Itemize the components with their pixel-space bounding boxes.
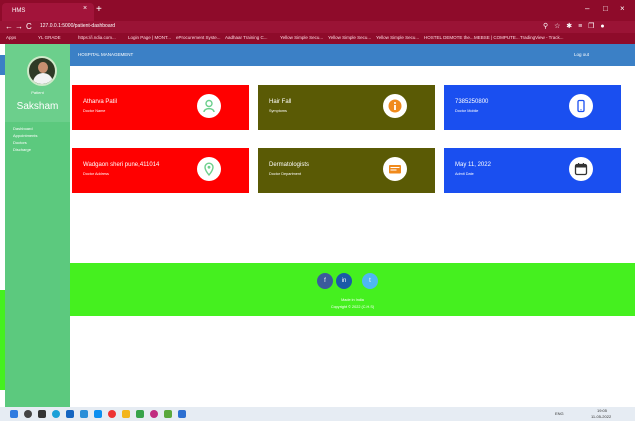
footer-copyright: Copyright © 2022 (C.H.S) (330, 305, 375, 309)
twitter-icon[interactable]: t (362, 273, 378, 289)
close-window-button[interactable]: × (620, 4, 625, 13)
bookmark-item[interactable]: Yellow Simple Secu... (376, 35, 419, 40)
profile-name: Saksham (16, 101, 59, 112)
bookmark-item[interactable]: HOSTEL DEMOTE the... (424, 35, 474, 40)
card-value: Dermatologists (269, 162, 310, 168)
reload-button[interactable]: C (26, 22, 32, 31)
doctor-department-card: Dermatologists Doctor Department (258, 148, 435, 193)
card-value: Wadgaon sheri pune,411014 (83, 162, 160, 168)
bookmarks-bar: Apps YL GRADE https://i.ndia.com... Logi… (0, 33, 635, 44)
location-icon (197, 157, 221, 181)
bookmark-item[interactable]: TradingView - Track... (520, 35, 564, 40)
minimize-button[interactable]: – (585, 4, 589, 13)
sidebar-item-dashboard[interactable]: Dashboard (13, 126, 33, 131)
explorer-icon[interactable] (122, 410, 130, 418)
sidebar-profile: Patient Saksham (5, 44, 70, 122)
calendar-icon (569, 157, 593, 181)
tray-language[interactable]: ENG (555, 411, 564, 416)
start-icon[interactable] (10, 410, 18, 418)
facebook-icon[interactable]: f (317, 273, 333, 289)
footer-tagline: Made in India (341, 298, 364, 302)
sidebar-item-discharge[interactable]: Discharge (13, 147, 31, 152)
id-card-icon (383, 157, 407, 181)
store-icon[interactable] (66, 410, 74, 418)
browser-tab-bar: HMS × + – □ × (0, 0, 635, 21)
card-label: Doctor Mobile (455, 109, 479, 113)
card-label: Doctor Address (83, 172, 109, 176)
page-header: HOSPITAL MANAGEMENT Log out (70, 44, 635, 66)
card-label: Doctor Department (269, 172, 302, 176)
bookmark-item[interactable]: YL GRADE (38, 35, 61, 40)
back-button[interactable]: ← (5, 22, 13, 31)
app-icon[interactable] (178, 410, 186, 418)
card-label: Doctor Name (83, 109, 106, 113)
edge-icon[interactable] (52, 410, 60, 418)
profile-caption: Patient (31, 90, 44, 95)
doctor-address-card: Wadgaon sheri pune,411014 Doctor Address (72, 148, 249, 193)
tab-close-icon[interactable]: × (83, 5, 87, 12)
linkedin-icon[interactable]: in (336, 273, 352, 289)
avatar (27, 56, 57, 86)
info-icon (383, 94, 407, 118)
maximize-button[interactable]: □ (603, 4, 608, 13)
card-value: Atharva Patil (83, 99, 118, 105)
bookmark-item[interactable]: Login Page | MONT... (128, 35, 171, 40)
mobile-icon (569, 94, 593, 118)
clock-date[interactable]: 11-05-2022 (591, 414, 611, 419)
address-bar: ← → C 127.0.0.1:5000/patient-dashboard ⚲… (0, 21, 635, 33)
doctor-mobile-card: 7385250800 Doctor Mobile (444, 85, 621, 130)
chrome-icon[interactable] (108, 410, 116, 418)
mail-icon[interactable] (80, 410, 88, 418)
vscode-icon[interactable] (94, 410, 102, 418)
logout-link[interactable]: Log out (574, 52, 589, 57)
clock-time[interactable]: 19:05 (597, 408, 607, 413)
page-title: HOSPITAL MANAGEMENT (78, 52, 134, 57)
card-value: Hair Fall (269, 99, 292, 105)
bookmark-item[interactable]: Apps (6, 35, 16, 40)
url-field[interactable]: 127.0.0.1:5000/patient-dashboard (40, 23, 115, 29)
browser-tab[interactable]: HMS (2, 3, 94, 21)
bookmark-item[interactable]: Aadhaar Training C... (225, 35, 268, 40)
bookmark-item[interactable]: Yellow Simple Secu... (280, 35, 323, 40)
sidebar-item-appointments[interactable]: Appointments (13, 133, 37, 138)
new-tab-button[interactable]: + (96, 4, 102, 15)
forward-button[interactable]: → (15, 22, 23, 31)
admit-date-card: May 11, 2022 Admit Date (444, 148, 621, 193)
bookmark-item[interactable]: eProcurement Syste... (176, 35, 221, 40)
tab-title: HMS (12, 8, 26, 14)
app-icon[interactable] (164, 410, 172, 418)
bookmark-item[interactable]: MEBSE | COMPUTE... (474, 35, 520, 40)
doctor-name-card: Atharva Patil Doctor Name (72, 85, 249, 130)
taskbar: ENG 19:05 11-05-2022 (0, 407, 635, 421)
page-footer: f in t Made in India Copyright © 2022 (C… (70, 263, 635, 316)
task-view-icon[interactable] (38, 410, 46, 418)
card-value: May 11, 2022 (455, 162, 491, 168)
card-value: 7385250800 (455, 99, 489, 105)
bookmark-item[interactable]: Yellow Simple Secu... (328, 35, 371, 40)
sidebar-item-doctors[interactable]: Doctors (13, 140, 27, 145)
search-icon[interactable] (24, 410, 32, 418)
app-icon[interactable] (136, 410, 144, 418)
app-icon[interactable] (150, 410, 158, 418)
extension-icons[interactable]: ⚲ ☆ ✱ ≡ ❐ ● (543, 22, 607, 30)
doctor-icon (197, 94, 221, 118)
symptoms-card: Hair Fall Symptoms (258, 85, 435, 130)
card-label: Admit Date (455, 172, 474, 176)
bookmark-item[interactable]: https://i.ndia.com... (78, 35, 116, 40)
card-label: Symptoms (269, 109, 287, 113)
